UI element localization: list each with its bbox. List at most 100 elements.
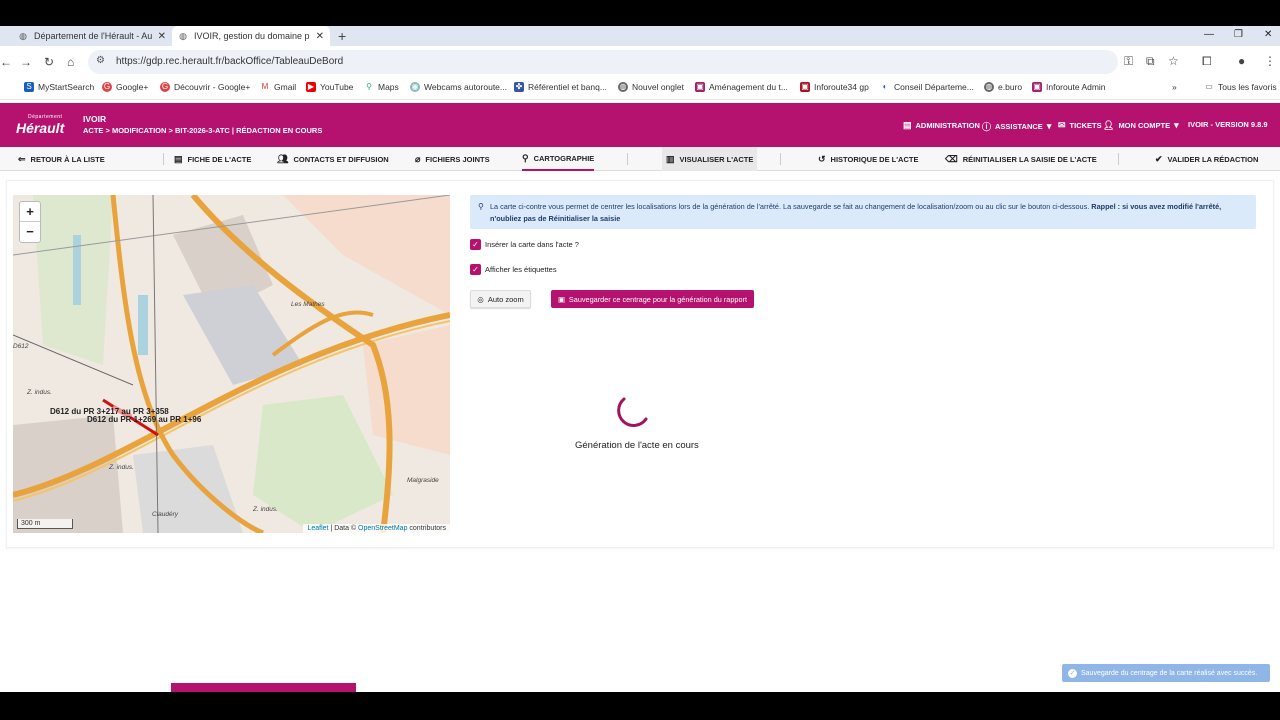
bookmark-referentiel[interactable]: ✤ Référentiel et banq...	[514, 82, 607, 92]
bookmark-youtube[interactable]: ▶ YouTube	[306, 82, 353, 92]
browser-toolbar: ← → ↻ ⌂ ⚙ https://gdp.rec.herault.fr/bac…	[0, 46, 1280, 78]
tickets-link[interactable]: ✉ TICKETS	[1058, 120, 1102, 131]
account-menu[interactable]: 👤︎ MON COMPTE ▾	[1103, 120, 1183, 131]
bookmark-nouvel-onglet[interactable]: ◍ Nouvel onglet	[618, 82, 684, 92]
subnav-label: VALIDER LA RÉDACTION	[1167, 154, 1259, 164]
bookmark-inforoute34[interactable]: ▣ Inforoute34 gp	[800, 82, 869, 92]
google-plus-icon: G	[160, 82, 170, 92]
bookmark-maps[interactable]: ⚲ Maps	[364, 82, 399, 92]
bookmark-icon: S	[24, 82, 34, 92]
window-close-icon[interactable]: ✕	[1264, 29, 1272, 40]
tab-fichiers[interactable]: ⌀ FICHIERS JOINTS	[415, 147, 490, 171]
extensions-icon[interactable]: ⧠	[1202, 54, 1212, 69]
bookmark-label: Inforoute34 gp	[814, 82, 869, 92]
leaflet-link[interactable]: Leaflet	[307, 525, 328, 532]
logo-main: Hérault	[16, 120, 65, 136]
menu-icon[interactable]: ⋮	[1264, 54, 1276, 68]
zoom-out-button[interactable]: −	[20, 222, 40, 242]
site-settings-icon[interactable]: ⚙	[96, 55, 105, 66]
bookmark-googleplus[interactable]: G Google+	[102, 82, 148, 92]
divider	[780, 153, 781, 165]
browser-tabbar: ◍ Département de l'Hérault - Aut ✕ ◍ IVO…	[0, 26, 1280, 46]
tab-title: IVOIR, gestion du domaine pub	[194, 31, 310, 41]
star-icon[interactable]: ☆	[1168, 54, 1179, 68]
tab-contacts[interactable]: 👥︎ CONTACTS ET DIFFUSION	[277, 147, 389, 171]
bookmark-label: Référentiel et banq...	[528, 82, 607, 92]
osm-link[interactable]: OpenStreetMap	[358, 525, 407, 532]
map-label: D612	[13, 343, 29, 350]
bookmark-all-favorites[interactable]: ▭ Tous les favoris	[1204, 82, 1277, 92]
maps-pin-icon: ⚲	[364, 82, 374, 92]
reload-icon[interactable]: ↻	[44, 55, 54, 69]
bookmark-label: Nouvel onglet	[632, 82, 684, 92]
globe-icon: ◍	[618, 82, 628, 92]
maximize-icon[interactable]: ❐	[1234, 29, 1243, 40]
subnav-label: CONTACTS ET DIFFUSION	[293, 154, 389, 164]
ticket-icon: ✉	[1058, 120, 1066, 130]
url-bar[interactable]: ⚙ https://gdp.rec.herault.fr/backOffice/…	[88, 50, 1118, 74]
subnav-label: RETOUR À LA LISTE	[30, 154, 105, 164]
herault-logo[interactable]: Département Hérault	[14, 112, 74, 138]
bookmark-amenagement[interactable]: ▣ Aménagement du t...	[695, 82, 788, 92]
insert-map-checkbox[interactable]: ✓ Insérer la carte dans l'acte ?	[470, 239, 579, 250]
version-text: IVOIR - VERSION 9.8.9	[1188, 120, 1268, 129]
close-icon[interactable]: ✕	[316, 31, 324, 42]
minimize-icon[interactable]: —	[1204, 29, 1214, 40]
view-act-button[interactable]: ▥ VISUALISER L'ACTE	[662, 147, 758, 171]
profile-icon[interactable]: ●	[1238, 54, 1245, 68]
button-label: Auto zoom	[487, 294, 524, 304]
attrib-text: contributors	[407, 525, 446, 532]
browser-tab-herault[interactable]: ◍ Département de l'Hérault - Aut ✕	[12, 26, 172, 46]
back-icon[interactable]: ←	[0, 55, 12, 69]
auto-zoom-button[interactable]: ◎ Auto zoom	[470, 290, 531, 308]
new-tab-button[interactable]: +	[338, 28, 346, 44]
history-button[interactable]: ↺ HISTORIQUE DE L'ACTE	[818, 147, 918, 171]
browser-tab-ivoir[interactable]: ◍ IVOIR, gestion du domaine pub ✕	[172, 26, 330, 46]
checkbox-label: Insérer la carte dans l'acte ?	[485, 240, 579, 249]
gmail-icon: M	[260, 82, 270, 92]
tab-fiche[interactable]: ▤ FICHE DE L'ACTE	[174, 147, 251, 171]
globe-icon: ◍	[179, 30, 187, 41]
save-icon: ▣	[558, 294, 565, 304]
bookmark-label: MyStartSearch	[38, 82, 95, 92]
bookmark-mystartsearch[interactable]: S MyStartSearch	[24, 82, 94, 92]
install-icon[interactable]: ⧉	[1146, 54, 1155, 69]
bookmarks-more[interactable]: »	[1172, 82, 1177, 92]
divider	[163, 153, 164, 165]
admin-label: ADMINISTRATION	[915, 121, 980, 130]
screen: ◍ Département de l'Hérault - Aut ✕ ◍ IVO…	[0, 0, 1280, 720]
tab-cartographie[interactable]: ⚲ CARTOGRAPHIE	[522, 147, 595, 171]
reset-button[interactable]: ⌫ RÉINITIALISER LA SAISIE DE L'ACTE	[945, 147, 1097, 171]
map-label: Les Mathes	[291, 301, 325, 308]
bookmark-webcams[interactable]: ◉ Webcams autoroute...	[410, 82, 507, 92]
home-icon[interactable]: ⌂	[67, 55, 74, 69]
close-icon[interactable]: ✕	[158, 31, 166, 42]
letterbox-top	[0, 0, 1280, 26]
conseil-icon: ◐	[880, 82, 890, 92]
check-icon: ✓	[470, 264, 481, 275]
bookmark-eburo[interactable]: ◍ e.buro	[984, 82, 1022, 92]
key-icon[interactable]: ⚿	[1124, 54, 1133, 69]
show-labels-checkbox[interactable]: ✓ Afficher les étiquettes	[470, 264, 557, 275]
app-title: IVOIR	[83, 114, 107, 124]
admin-link[interactable]: ▤ ADMINISTRATION	[903, 120, 980, 131]
bookmark-inforoute-admin[interactable]: ▣ Inforoute Admin	[1032, 82, 1106, 92]
map-view[interactable]: + − Les Mathes D612 Z. indus. Z. indus. …	[13, 195, 450, 533]
taskbar	[0, 683, 1280, 692]
bookmark-decouvrir[interactable]: G Découvrir - Google+	[160, 82, 250, 92]
subnav-label: CARTOGRAPHIE	[533, 153, 595, 163]
back-to-list-button[interactable]: ⇐ RETOUR À LA LISTE	[18, 147, 105, 171]
taskbar-active-app[interactable]	[171, 683, 356, 692]
map-label: Z. indus.	[27, 389, 52, 396]
zoom-in-button[interactable]: +	[20, 202, 40, 222]
bookmark-gmail[interactable]: M Gmail	[260, 82, 296, 92]
divider	[627, 153, 628, 165]
assistance-menu[interactable]: ⓘ ASSISTANCE ▾	[982, 120, 1055, 133]
version-label: IVOIR - VERSION 9.8.9	[1188, 120, 1268, 129]
eraser-icon: ⌫	[945, 153, 958, 164]
forward-icon[interactable]: →	[20, 55, 32, 69]
save-centering-button[interactable]: ▣ Sauvegarder ce centrage pour la générat…	[551, 290, 754, 308]
bookmark-conseil[interactable]: ◐ Conseil Départeme...	[880, 82, 974, 92]
validate-button[interactable]: ✔ VALIDER LA RÉDACTION	[1155, 147, 1258, 171]
bookmark-label: Aménagement du t...	[709, 82, 788, 92]
